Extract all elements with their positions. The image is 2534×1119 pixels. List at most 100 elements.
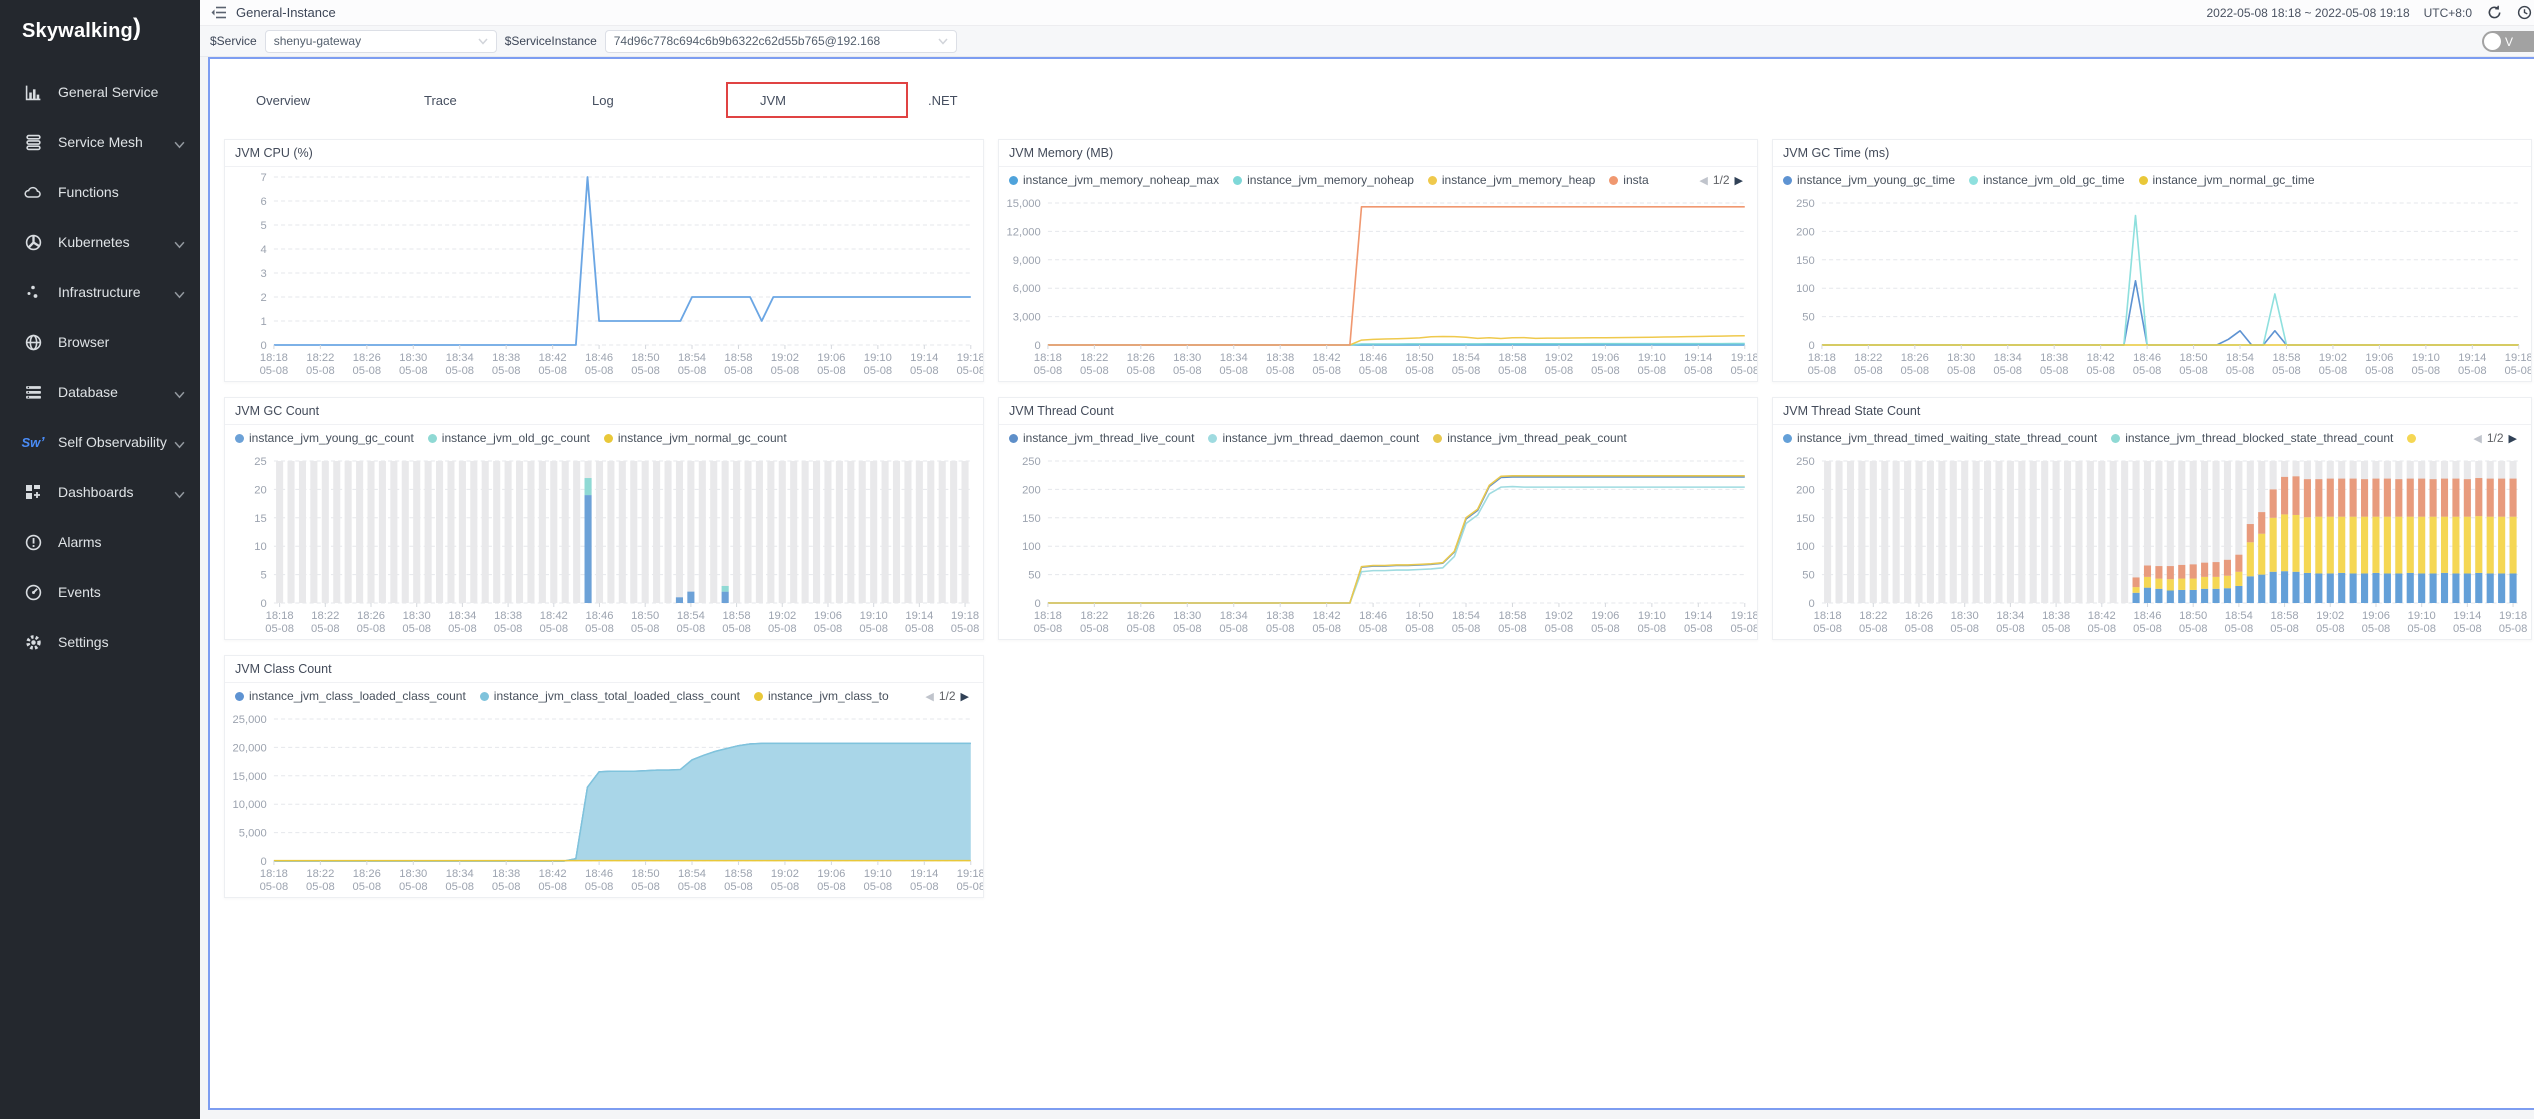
- sidebar-item-service-mesh[interactable]: Service Mesh: [0, 117, 200, 167]
- svg-text:19:18: 19:18: [957, 868, 983, 880]
- svg-text:18:54: 18:54: [678, 352, 706, 364]
- svg-text:05-08: 05-08: [585, 623, 614, 635]
- svg-text:250: 250: [1796, 456, 1815, 468]
- legend-item[interactable]: [2407, 434, 2421, 443]
- svg-text:18:26: 18:26: [1127, 352, 1155, 364]
- legend-item[interactable]: instance_jvm_young_gc_time: [1783, 173, 1955, 187]
- svg-text:05-08: 05-08: [1312, 623, 1341, 635]
- sidebar-item-label: Functions: [58, 184, 186, 200]
- svg-text:18:46: 18:46: [1359, 352, 1387, 364]
- legend-label: instance_jvm_thread_peak_count: [1447, 431, 1626, 445]
- svg-text:50: 50: [1028, 570, 1040, 582]
- dashboards-icon: [24, 483, 42, 501]
- sidebar-item-general-service[interactable]: General Service: [0, 67, 200, 117]
- legend-item[interactable]: instance_jvm_memory_noheap_max: [1009, 173, 1219, 187]
- chart-legend: instance_jvm_memory_noheap_max instance_j…: [999, 167, 1757, 193]
- sidebar-item-label: Events: [58, 584, 186, 600]
- legend-item[interactable]: instance_jvm_class_to: [754, 689, 889, 703]
- legend-prev-icon[interactable]: ◀: [925, 690, 933, 703]
- svg-text:05-08: 05-08: [2086, 365, 2115, 377]
- svg-text:19:06: 19:06: [2362, 610, 2390, 622]
- sidebar-item-browser[interactable]: Browser: [0, 317, 200, 367]
- legend-prev-icon[interactable]: ◀: [1699, 174, 1707, 187]
- svg-text:05-08: 05-08: [864, 881, 893, 893]
- legend-prev-icon[interactable]: ◀: [2473, 432, 2481, 445]
- active-tab-highlight-box: [726, 82, 908, 118]
- sidebar-item-functions[interactable]: Functions: [0, 167, 200, 217]
- svg-text:05-08: 05-08: [1219, 623, 1248, 635]
- sidebar-item-database[interactable]: Database: [0, 367, 200, 417]
- legend-item[interactable]: insta: [1609, 173, 1648, 187]
- legend-next-icon[interactable]: ▶: [2509, 432, 2517, 445]
- sidebar-item-dashboards[interactable]: Dashboards: [0, 467, 200, 517]
- legend-item[interactable]: instance_jvm_old_gc_count: [428, 431, 590, 445]
- svg-text:05-08: 05-08: [585, 881, 614, 893]
- topbar-right: 2022-05-08 18:18 ~ 2022-05-08 19:18 UTC+…: [2206, 5, 2524, 21]
- svg-text:250: 250: [1796, 198, 1815, 210]
- toggle-knob: [2484, 33, 2501, 50]
- tab-label: JVM: [760, 93, 786, 108]
- legend-item[interactable]: instance_jvm_thread_timed_waiting_state_…: [1783, 431, 2097, 445]
- sidebar-item-label: Dashboards: [58, 484, 174, 500]
- instance-select[interactable]: 74d96c778c694c6b9b6322c62d55b765@192.168: [605, 30, 957, 53]
- chart-card-jvm-gc-time: JVM GC Time (ms)instance_jvm_young_gc_ti…: [1772, 139, 2532, 382]
- sidebar-item-self-observability[interactable]: Sw’ Self Observability: [0, 417, 200, 467]
- legend-item[interactable]: instance_jvm_class_total_loaded_class_co…: [480, 689, 740, 703]
- svg-text:19:18: 19:18: [1731, 610, 1757, 622]
- svg-text:05-08: 05-08: [814, 623, 843, 635]
- legend-item[interactable]: instance_jvm_class_loaded_class_count: [235, 689, 466, 703]
- timezone-label[interactable]: UTC+8:0: [2424, 6, 2472, 20]
- tab-log[interactable]: Log: [560, 79, 728, 121]
- legend-item[interactable]: instance_jvm_thread_blocked_state_thread…: [2111, 431, 2393, 445]
- svg-text:18:38: 18:38: [492, 352, 520, 364]
- chart-legend: instance_jvm_thread_live_count instance_j…: [999, 425, 1757, 451]
- legend-item[interactable]: instance_jvm_thread_peak_count: [1433, 431, 1626, 445]
- svg-text:05-08: 05-08: [631, 881, 660, 893]
- legend-item[interactable]: instance_jvm_normal_gc_count: [604, 431, 787, 445]
- svg-text:18:22: 18:22: [306, 868, 334, 880]
- legend-item[interactable]: instance_jvm_memory_noheap: [1233, 173, 1414, 187]
- svg-text:200: 200: [1796, 226, 1815, 238]
- sidebar-item-alarms[interactable]: Alarms: [0, 517, 200, 567]
- alarms-icon: [24, 533, 42, 551]
- svg-text:18:34: 18:34: [1996, 610, 2024, 622]
- legend-dot: [754, 692, 763, 701]
- svg-text:05-08: 05-08: [1854, 365, 1883, 377]
- tab-trace[interactable]: Trace: [392, 79, 560, 121]
- refresh-icon[interactable]: [2486, 5, 2502, 21]
- svg-text:18:26: 18:26: [1127, 610, 1155, 622]
- tab-overview[interactable]: Overview: [224, 79, 392, 121]
- legend-item[interactable]: instance_jvm_memory_heap: [1428, 173, 1595, 187]
- svg-text:05-08: 05-08: [1545, 623, 1574, 635]
- svg-text:05-08: 05-08: [2499, 623, 2528, 635]
- clock-icon[interactable]: [2516, 5, 2532, 21]
- collapse-sidebar-icon[interactable]: [210, 5, 226, 21]
- svg-text:3,000: 3,000: [1013, 312, 1041, 324]
- svg-text:18:22: 18:22: [1854, 352, 1882, 364]
- legend-item[interactable]: instance_jvm_thread_daemon_count: [1208, 431, 1419, 445]
- sidebar-item-infrastructure[interactable]: Infrastructure: [0, 267, 200, 317]
- svg-text:25: 25: [254, 456, 266, 468]
- legend-item[interactable]: instance_jvm_normal_gc_time: [2139, 173, 2315, 187]
- tab-jvm[interactable]: JVM: [728, 79, 896, 121]
- svg-text:18:38: 18:38: [494, 610, 522, 622]
- legend-next-icon[interactable]: ▶: [1735, 174, 1743, 187]
- legend-item[interactable]: instance_jvm_young_gc_count: [235, 431, 414, 445]
- chart-plot: 05,00010,00015,00020,00025,00018:1805-08…: [225, 709, 983, 902]
- svg-text:18:26: 18:26: [1905, 610, 1933, 622]
- legend-item[interactable]: instance_jvm_thread_live_count: [1009, 431, 1194, 445]
- sidebar-item-settings[interactable]: Settings: [0, 617, 200, 667]
- edit-mode-toggle[interactable]: V: [2482, 31, 2534, 52]
- svg-text:18:30: 18:30: [1947, 352, 1975, 364]
- tab-net[interactable]: .NET: [896, 79, 1064, 121]
- legend-next-icon[interactable]: ▶: [961, 690, 969, 703]
- service-select[interactable]: shenyu-gateway: [265, 30, 497, 53]
- time-range[interactable]: 2022-05-08 18:18 ~ 2022-05-08 19:18: [2206, 6, 2409, 20]
- sidebar-item-kubernetes[interactable]: Kubernetes: [0, 217, 200, 267]
- svg-text:18:46: 18:46: [1359, 610, 1387, 622]
- svg-text:12,000: 12,000: [1007, 226, 1041, 238]
- svg-text:0: 0: [261, 856, 267, 868]
- sidebar-item-events[interactable]: Events: [0, 567, 200, 617]
- chevron-down-icon: [174, 136, 186, 148]
- legend-item[interactable]: instance_jvm_old_gc_time: [1969, 173, 2124, 187]
